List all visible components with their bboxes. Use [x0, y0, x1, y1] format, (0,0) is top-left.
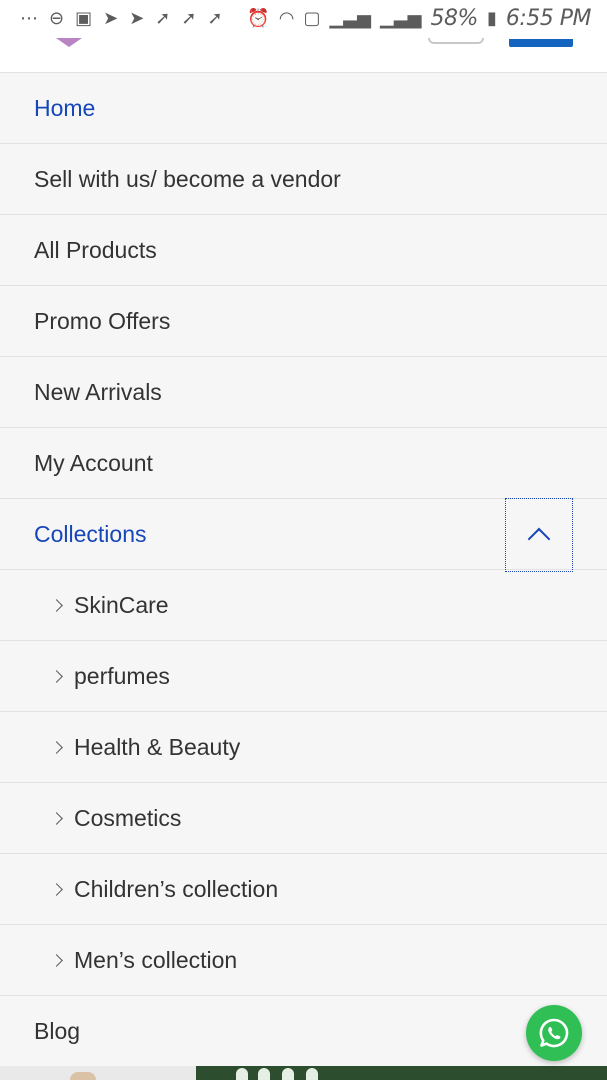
status-bar: ⋯ ⊖ ▣ ➤ ➤ ➚ ➚ ➚ ⏰ ◠ ▢ ▁▃▅ ▁▃▅ 58% ▮ 6:55… — [0, 0, 607, 72]
menu-item-blog[interactable]: Blog — [0, 996, 607, 1067]
system-icons: ⏰ ◠ ▢ ▁▃▅ ▁▃▅ 58% ▮ 6:55 PM — [247, 6, 591, 31]
sim-icon: ▢ — [303, 8, 321, 29]
submenu-item-skincare[interactable]: SkinCare — [0, 570, 607, 641]
menu-item-my-account[interactable]: My Account — [0, 428, 607, 499]
signal-icon: ▁▃▅ — [380, 8, 422, 29]
header-search-toggle[interactable] — [428, 38, 484, 44]
chevron-right-icon — [50, 740, 63, 754]
chevron-right-icon — [50, 811, 63, 825]
menu-item-new-arrivals[interactable]: New Arrivals — [0, 357, 607, 428]
notification-icons: ⋯ ⊖ ▣ ➤ ➤ ➚ ➚ ➚ — [20, 8, 223, 30]
menu-item-home[interactable]: Home — [0, 73, 607, 144]
wifi-icon: ◠ — [278, 8, 295, 29]
more-icon: ⋯ — [20, 8, 38, 29]
submenu-item-health-beauty[interactable]: Health & Beauty — [0, 712, 607, 783]
pin-icon: ➚ — [181, 8, 197, 29]
submenu-item-label: Cosmetics — [74, 804, 182, 831]
submenu-item-label: Men’s collection — [74, 946, 238, 973]
alarm-icon: ⏰ — [247, 8, 270, 29]
menu-item-label: New Arrivals — [34, 378, 162, 405]
menu-item-label: Collections — [34, 520, 147, 547]
menu-item-sell-with-us[interactable]: Sell with us/ become a vendor — [0, 144, 607, 215]
menu-item-label: All Products — [34, 236, 157, 263]
submenu-item-cosmetics[interactable]: Cosmetics — [0, 783, 607, 854]
signal-icon: ▁▃▅ — [329, 8, 371, 29]
chevron-right-icon — [50, 598, 63, 612]
telegram-icon: ➤ — [103, 8, 119, 29]
chevron-right-icon — [50, 882, 63, 896]
submenu-item-mens-collection[interactable]: Men’s collection — [0, 925, 607, 996]
submenu-item-label: SkinCare — [74, 591, 169, 618]
menu-item-label: Blog — [34, 1017, 81, 1044]
pin-icon: ➚ — [207, 8, 223, 29]
battery-icon: ▮ — [486, 8, 497, 29]
banner-image-peek — [196, 1066, 607, 1080]
whatsapp-icon — [539, 1018, 569, 1048]
menu-item-all-products[interactable]: All Products — [0, 215, 607, 286]
menu-item-label: My Account — [34, 449, 153, 476]
chevron-right-icon — [50, 953, 63, 967]
dnd-icon: ⊖ — [49, 8, 65, 29]
header-menu-button[interactable] — [509, 39, 573, 47]
telegram-icon: ➤ — [129, 8, 145, 29]
submenu-item-perfumes[interactable]: perfumes — [0, 641, 607, 712]
submenu-item-label: perfumes — [74, 662, 170, 689]
whatsapp-chat-button[interactable] — [526, 1005, 582, 1061]
page-content-peek — [0, 1066, 607, 1080]
menu-item-label: Home — [34, 94, 96, 121]
collections-collapse-button[interactable] — [505, 498, 573, 572]
menu-item-label: Promo Offers — [34, 307, 171, 334]
chevron-right-icon — [50, 669, 63, 683]
clock: 6:55 PM — [505, 6, 592, 31]
battery-percent: 58% — [430, 6, 479, 31]
menu-item-promo-offers[interactable]: Promo Offers — [0, 286, 607, 357]
submenu-item-childrens-collection[interactable]: Children’s collection — [0, 854, 607, 925]
image-icon: ▣ — [75, 8, 93, 29]
pin-icon: ➚ — [155, 8, 171, 29]
menu-item-label: Sell with us/ become a vendor — [34, 165, 341, 192]
submenu-item-label: Health & Beauty — [74, 733, 241, 760]
chevron-up-icon — [527, 527, 551, 551]
product-image-peek — [70, 1072, 96, 1080]
site-logo[interactable] — [56, 38, 82, 47]
submenu-item-label: Children’s collection — [74, 875, 279, 902]
